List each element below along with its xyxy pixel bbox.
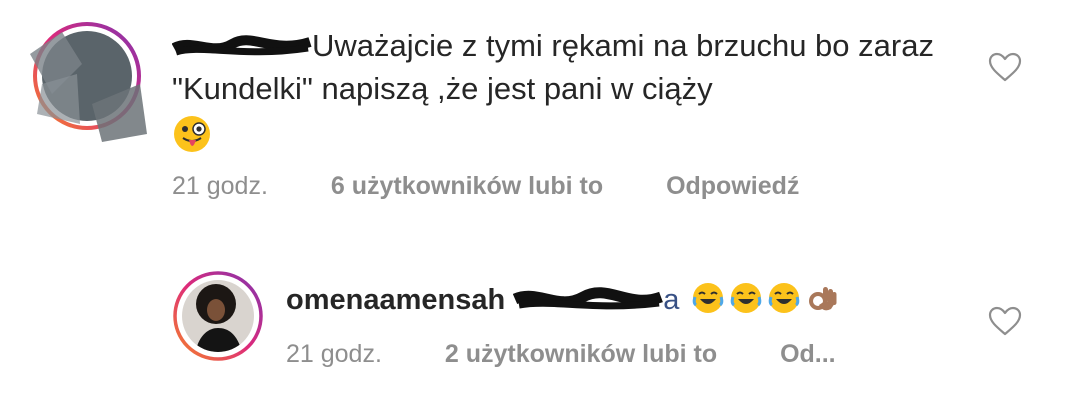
joy-emoji — [691, 281, 725, 315]
comment-time: 21 godz. — [172, 172, 268, 200]
reply-button[interactable]: Od... — [780, 340, 836, 368]
redacted-mention — [513, 284, 664, 310]
mention-link[interactable]: a — [513, 284, 687, 316]
mention-suffix: a — [663, 284, 680, 316]
likes-count-link[interactable]: 2 użytkowników lubi to — [445, 340, 717, 368]
ok-hand-emoji — [805, 281, 839, 315]
like-heart-icon[interactable] — [988, 306, 1022, 336]
winking-tongue-emoji — [172, 114, 212, 154]
avatar[interactable] — [22, 14, 152, 144]
reply-body: omenaamensah a — [286, 280, 839, 320]
like-heart-icon[interactable] — [988, 52, 1022, 82]
reply-time: 21 godz. — [286, 340, 382, 368]
joy-emoji — [729, 281, 763, 315]
avatar[interactable] — [172, 270, 264, 362]
reply-button[interactable]: Odpowiedź — [666, 172, 799, 200]
comment-body: Uważajcie z tymi rękami na brzuchu bo za… — [171, 24, 962, 154]
likes-count-link[interactable]: 6 użytkowników lubi to — [331, 172, 603, 200]
redacted-username — [171, 28, 312, 56]
username-link[interactable]: omenaamensah — [286, 284, 505, 316]
comment-meta: 21 godz. 6 użytkowników lubi to Odpowied… — [172, 172, 855, 201]
reply-meta: 21 godz. 2 użytkowników lubi to Od... — [286, 340, 892, 369]
joy-emoji — [767, 281, 801, 315]
